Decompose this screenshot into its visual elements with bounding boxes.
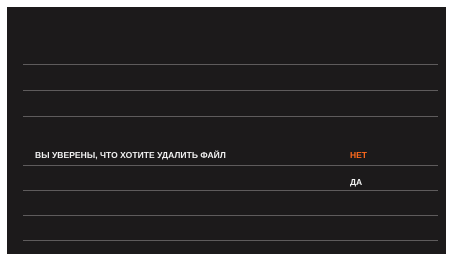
delete-file-prompt: ВЫ УВЕРЕНЫ, ЧТО ХОТИТЕ УДАЛИТЬ ФАЙЛ: [35, 150, 226, 160]
divider: [23, 240, 438, 241]
yes-option[interactable]: ДА: [350, 177, 362, 187]
divider: [23, 90, 438, 91]
divider: [23, 165, 438, 166]
delete-confirmation-screen: ВЫ УВЕРЕНЫ, ЧТО ХОТИТЕ УДАЛИТЬ ФАЙЛ НЕТ …: [7, 7, 446, 254]
divider: [23, 64, 438, 65]
no-option[interactable]: НЕТ: [350, 150, 367, 160]
divider: [23, 116, 438, 117]
divider: [23, 215, 438, 216]
divider: [23, 190, 438, 191]
